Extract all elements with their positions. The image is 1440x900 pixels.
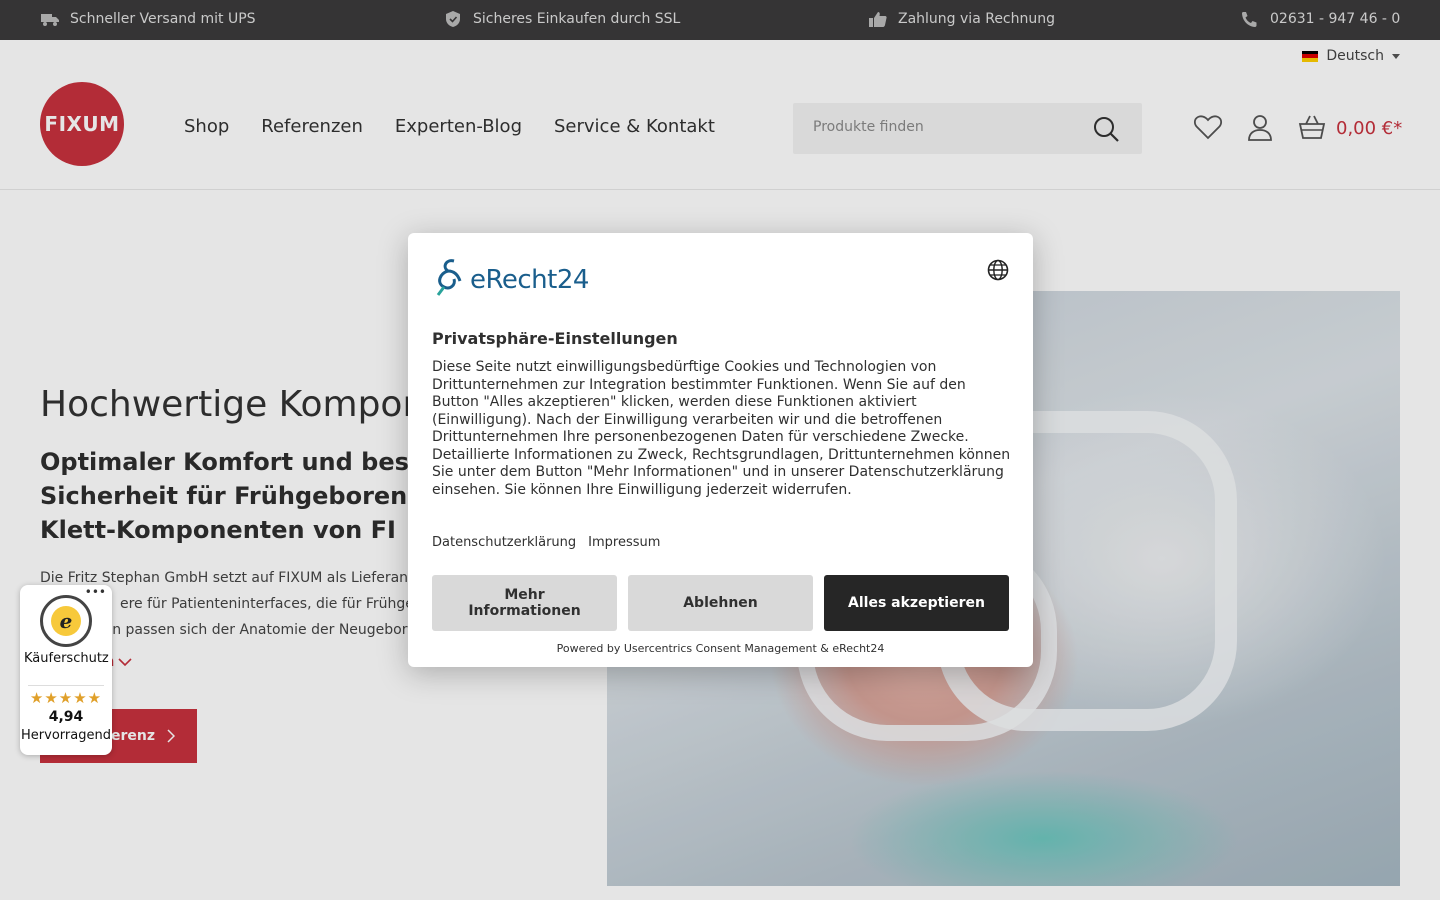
buyer-protection-label: Käuferschutz [24,651,109,666]
consent-dialog: eRecht24 Privatsphäre-Einstellungen Dies… [408,233,1033,667]
imprint-link[interactable]: Impressum [588,535,660,550]
erecht24-mark-icon [436,259,462,296]
erecht24-brand: eRecht24 [470,265,589,295]
deny-label: Ablehnen [683,595,758,611]
rating-score: 4,94 [48,709,84,725]
more-info-button[interactable]: Mehr Informationen [432,575,617,631]
powered-by-text: Powered by Usercentrics Consent Manageme… [556,642,885,655]
rating-text: Hervorragend [21,728,111,743]
accept-all-label: Alles akzeptieren [848,595,985,611]
more-info-label: Mehr Informationen [468,587,581,619]
deny-button[interactable]: Ablehnen [628,575,813,631]
badge-divider [28,685,104,686]
accept-all-button[interactable]: Alles akzeptieren [824,575,1009,631]
erecht24-logo: eRecht24 [432,257,589,297]
trusted-shops-seal-icon: e [40,595,92,647]
trusted-shops-badge[interactable]: ••• e Käuferschutz ★★★★★ 4,94 Hervorrage… [20,585,112,755]
consent-title: Privatsphäre-Einstellungen [432,329,678,348]
more-options-icon[interactable]: ••• [85,585,106,599]
privacy-policy-link[interactable]: Datenschutzerklärung [432,535,576,550]
rating-stars-icon: ★★★★★ [29,689,103,707]
consent-links: Datenschutzerklärung Impressum [432,535,660,550]
language-globe-icon[interactable] [987,259,1009,281]
consent-body-text: Diese Seite nutzt einwilligungsbedürftig… [432,359,1011,498]
